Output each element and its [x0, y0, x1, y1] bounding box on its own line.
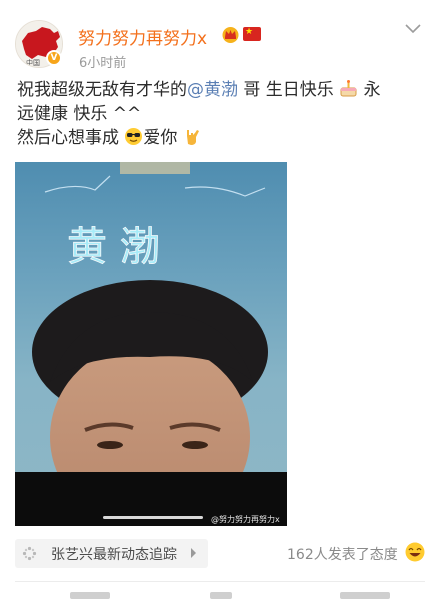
love-you-hand-icon — [186, 130, 199, 145]
china-flag-icon: ★ — [243, 27, 261, 41]
sunglasses-emoji-icon — [125, 128, 143, 145]
post-image[interactable]: 黄 渤 — [15, 162, 287, 526]
topic-label: 张艺兴最新动态追踪 — [51, 547, 177, 563]
neon-sign-text: 黄 渤 — [67, 224, 160, 270]
topic-spark-icon — [22, 546, 37, 561]
divider — [15, 581, 425, 582]
verified-v-icon: V — [46, 50, 62, 66]
svg-text:中国: 中国 — [26, 58, 40, 67]
next-post-peek — [340, 592, 390, 599]
author-name[interactable]: 努力努力再努力x — [78, 24, 207, 49]
chevron-right-icon — [191, 548, 196, 558]
text-segment: 永 — [358, 80, 381, 100]
portrait-photo: 黄 渤 — [15, 162, 287, 526]
text-segment: 祝我超级无敌有才华的 — [17, 80, 187, 100]
laughing-emoji-icon[interactable] — [405, 542, 425, 562]
birthday-cake-icon — [340, 80, 357, 97]
post-header: 中国 V 努力努力再努力x ★ 6小时前 — [0, 0, 440, 71]
next-post-peek — [70, 592, 110, 599]
crown-badge-icon[interactable] — [221, 26, 240, 43]
topic-tag-button[interactable]: 张艺兴最新动态追踪 — [15, 539, 208, 568]
post-timestamp[interactable]: 6小时前 — [79, 52, 126, 71]
post-text: 祝我超级无敌有才华的@黄渤 哥 生日快乐 永 远健康 快乐 ^^ 然后心想事成 … — [17, 78, 422, 150]
next-post-peek — [210, 592, 232, 599]
post-text-line-1: 祝我超级无敌有才华的@黄渤 哥 生日快乐 永 — [17, 78, 422, 102]
text-segment: 然后心想事成 — [17, 128, 119, 148]
mention-link[interactable]: @黄渤 — [187, 80, 238, 100]
reaction-count[interactable]: 162人发表了态度 — [287, 544, 398, 564]
post-text-line-3: 然后心想事成 爱你 — [17, 126, 422, 150]
text-segment: 爱你 — [143, 128, 178, 148]
text-segment: 哥 生日快乐 — [238, 80, 334, 100]
image-watermark: @努力努力再努力x — [211, 515, 280, 524]
post-text-line-2: 远健康 快乐 ^^ — [17, 104, 142, 124]
chevron-down-icon[interactable] — [403, 22, 423, 36]
